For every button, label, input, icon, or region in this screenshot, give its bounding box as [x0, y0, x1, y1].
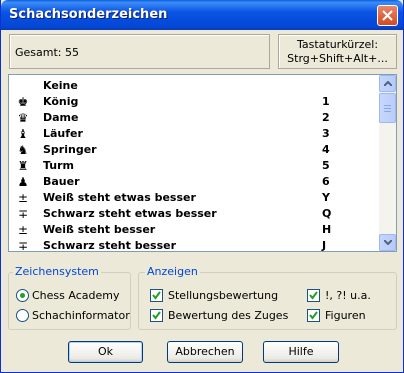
window-title: Schachsonderzeichen [9, 7, 168, 22]
ok-button[interactable]: Ok [68, 341, 143, 363]
cancel-button[interactable]: Abbrechen [167, 341, 243, 363]
list-item[interactable]: ± Weiß steht besser H [9, 222, 379, 238]
close-button[interactable] [377, 5, 398, 26]
list-item-name: Bauer [43, 175, 80, 188]
checkmark-icon [152, 311, 161, 320]
checkmark-icon [309, 311, 318, 320]
knight-icon: ♞ [17, 143, 29, 157]
list-item-name: Weiß steht besser [43, 223, 156, 236]
plus-minus-icon: ± [17, 191, 29, 205]
radio-chess-academy[interactable] [16, 289, 29, 302]
radio-chess-academy-label[interactable]: Chess Academy [32, 289, 119, 302]
list-item[interactable]: ♝ Läufer 3 [9, 126, 379, 142]
list-item[interactable]: ∓ Schwarz steht etwas besser Q [9, 206, 379, 222]
list-item-key: H [322, 223, 332, 236]
list-item[interactable]: ∓ Schwarz steht besser J [9, 238, 379, 252]
list-item-key: 4 [322, 143, 330, 156]
plus-minus-icon: ± [17, 223, 29, 237]
list-item-name: Weiß steht etwas besser [43, 191, 196, 204]
list-item-name: Schwarz steht etwas besser [43, 207, 217, 220]
list-item-name: Springer [43, 143, 97, 156]
grip-line [384, 108, 391, 109]
list-item-name: König [43, 95, 79, 108]
list-item-name: Keine [43, 79, 78, 92]
list-item[interactable]: ♞ Springer 4 [9, 142, 379, 158]
radio-schachinformator[interactable] [16, 309, 29, 322]
king-icon: ♚ [17, 95, 29, 109]
rook-icon: ♜ [17, 159, 29, 173]
scroll-up-button[interactable] [379, 75, 396, 92]
pawn-icon: ♟ [17, 175, 29, 189]
checkbox-annotations-label[interactable]: !, ?! u.a. [325, 289, 371, 302]
list-item-key: 2 [322, 111, 330, 124]
list-item-key: J [322, 239, 327, 252]
symbol-listbox[interactable]: Keine ♚ König 1 ♛ Dame 2 ♝ Läufer 3 ♞ Sp… [8, 74, 397, 252]
anzeigen-group: Anzeigen Stellungsbewertung !, ?! u.a. B… [138, 265, 397, 330]
list-item-key: 1 [322, 95, 330, 108]
chevron-up-icon [384, 81, 392, 86]
hotkey-combo: Strg+Shift+Alt+... [287, 52, 388, 65]
list-item-key: 6 [322, 175, 330, 188]
minus-plus-icon: ∓ [17, 207, 29, 221]
scroll-down-button[interactable] [379, 234, 396, 251]
list-item-name: Läufer [43, 127, 83, 140]
list-item[interactable]: ♟ Bauer 6 [9, 174, 379, 190]
checkmark-icon [152, 291, 161, 300]
dialog-window: Schachsonderzeichen Gesamt: 55 Tastaturk… [0, 0, 404, 373]
bishop-icon: ♝ [17, 127, 29, 141]
radio-selected-dot [20, 293, 25, 298]
list-item-key: 5 [322, 159, 330, 172]
chevron-down-icon [384, 240, 392, 245]
total-count-panel: Gesamt: 55 [9, 34, 270, 69]
help-button[interactable]: Hilfe [263, 341, 339, 363]
checkbox-stellungsbewertung-label[interactable]: Stellungsbewertung [168, 289, 278, 302]
list-item[interactable]: ♜ Turm 5 [9, 158, 379, 174]
list-item[interactable]: ♛ Dame 2 [9, 110, 379, 126]
list-item[interactable]: ♚ König 1 [9, 94, 379, 110]
radio-schachinformator-label[interactable]: Schachinformator [32, 309, 130, 322]
checkbox-bewertung-des-zuges-label[interactable]: Bewertung des Zuges [168, 309, 288, 322]
zeichensystem-group: Zeichensystem Chess Academy Schachinform… [8, 265, 131, 330]
hotkey-panel: Tastaturkürzel: Strg+Shift+Alt+... [278, 34, 397, 69]
close-icon [382, 10, 393, 21]
zeichensystem-legend: Zeichensystem [13, 265, 101, 278]
anzeigen-legend: Anzeigen [145, 265, 200, 278]
list-item-name: Schwarz steht besser [43, 239, 177, 252]
grip-line [384, 105, 391, 106]
scroll-thumb[interactable] [379, 93, 396, 123]
checkbox-figuren-label[interactable]: Figuren [325, 309, 366, 322]
title-bar[interactable]: Schachsonderzeichen [1, 0, 403, 30]
total-count-label: Gesamt: 55 [15, 46, 79, 59]
list-item-key: 3 [322, 127, 330, 140]
grip-line [384, 111, 391, 112]
checkbox-stellungsbewertung[interactable] [150, 289, 163, 302]
minus-plus-icon: ∓ [17, 239, 29, 252]
vertical-scrollbar[interactable] [379, 75, 396, 251]
list-item[interactable]: Keine [9, 78, 379, 94]
checkbox-figuren[interactable] [307, 309, 320, 322]
list-item-name: Dame [43, 111, 79, 124]
list-item-key: Y [322, 191, 330, 204]
checkbox-bewertung-des-zuges[interactable] [150, 309, 163, 322]
list-item-key: Q [322, 207, 332, 220]
list-item-name: Turm [43, 159, 75, 172]
queen-icon: ♛ [17, 111, 29, 125]
checkbox-annotations[interactable] [307, 289, 320, 302]
checkmark-icon [309, 291, 318, 300]
hotkey-title: Tastaturkürzel: [296, 38, 379, 51]
list-item[interactable]: ± Weiß steht etwas besser Y [9, 190, 379, 206]
